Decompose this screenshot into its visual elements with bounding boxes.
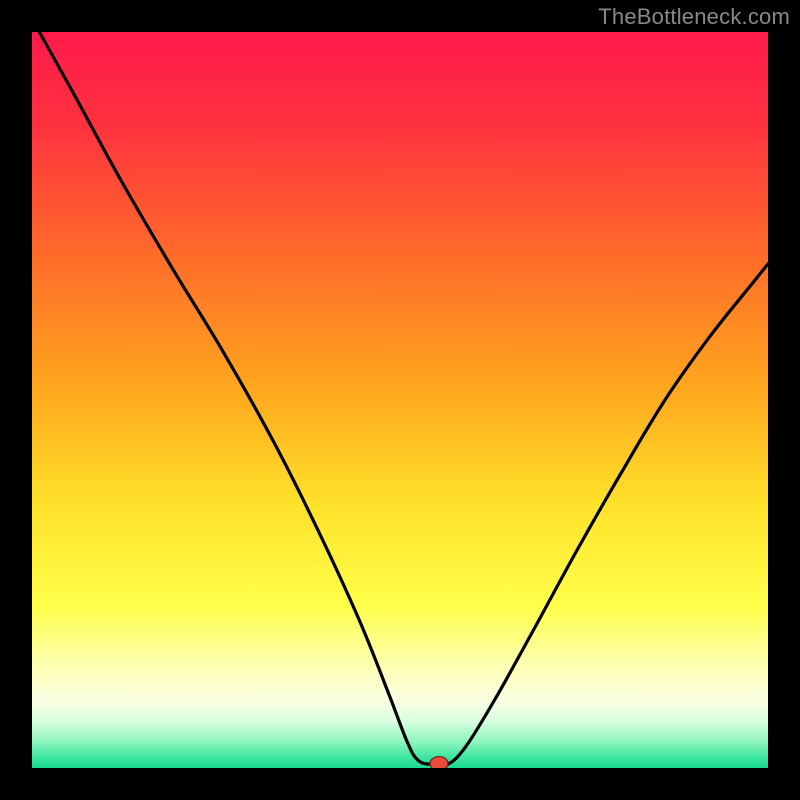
frame-left <box>0 0 32 800</box>
frame-right <box>768 0 800 800</box>
attribution-label: TheBottleneck.com <box>598 4 790 30</box>
plot-background <box>32 32 768 768</box>
bottleneck-chart <box>0 0 800 800</box>
frame-bottom <box>0 768 800 800</box>
